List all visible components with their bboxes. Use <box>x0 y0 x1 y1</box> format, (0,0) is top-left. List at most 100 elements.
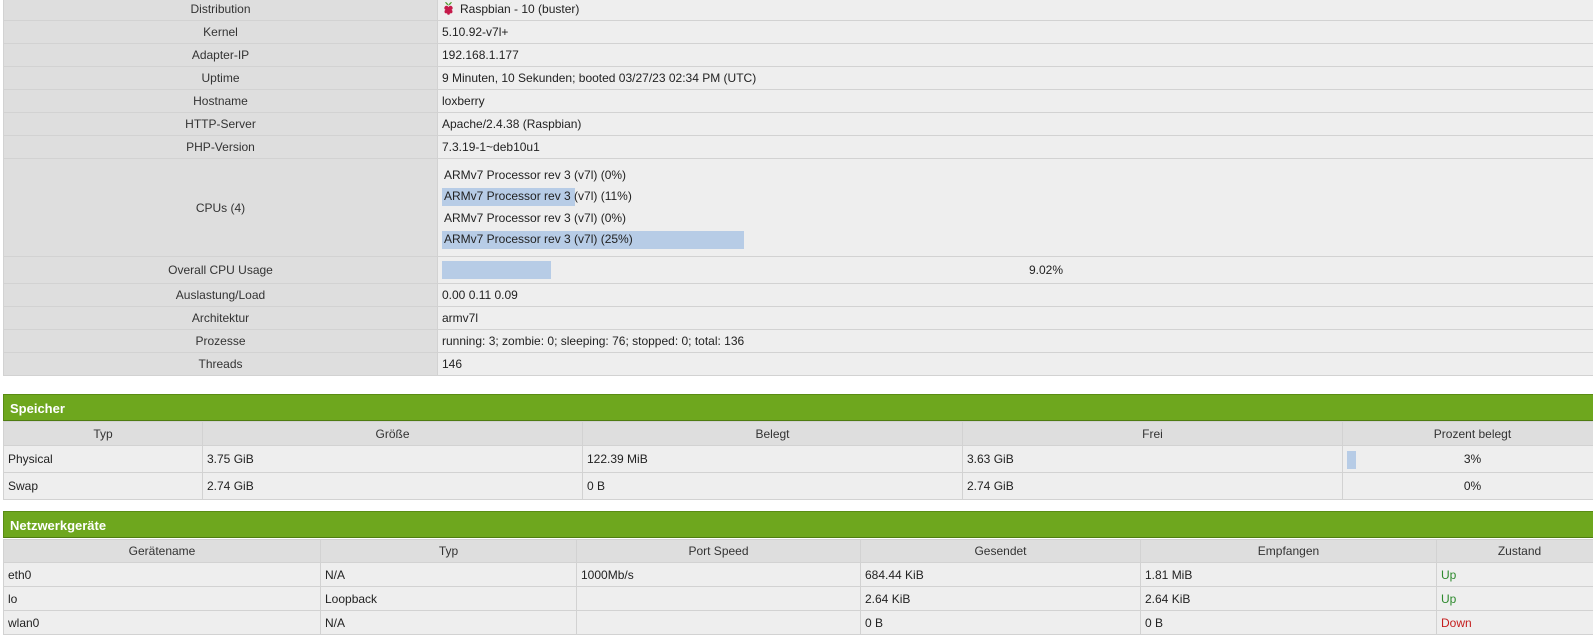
kernel-label: Kernel <box>3 20 438 44</box>
column-header: Typ <box>3 421 203 446</box>
device-type: Loopback <box>320 586 577 611</box>
memory-size: 2.74 GiB <box>202 472 583 500</box>
bytes-received: 2.64 KiB <box>1140 586 1437 611</box>
memory-percent: 0% <box>1463 479 1482 493</box>
cpu-item: ARMv7 Processor rev 3 (v7l) (25%) <box>442 229 1593 251</box>
memory-usage-bar <box>1347 451 1356 469</box>
row-architecture: Architektur armv7l <box>3 306 1593 330</box>
device-type: N/A <box>320 610 577 635</box>
row-load: Auslastung/Load 0.00 0.11 0.09 <box>3 283 1593 307</box>
column-header: Typ <box>320 539 577 563</box>
distribution-value: Raspbian - 10 (buster) <box>460 1 580 16</box>
device-name: eth0 <box>3 562 321 587</box>
network-section-header: Netzwerkgeräte <box>3 511 1593 538</box>
table-row: Swap 2.74 GiB 0 B 2.74 GiB 0% <box>3 472 1593 500</box>
memory-size: 3.75 GiB <box>202 445 583 473</box>
memory-section-header: Speicher <box>3 394 1593 421</box>
row-php-version: PHP-Version 7.3.19-1~deb10u1 <box>3 135 1593 159</box>
bytes-sent: 2.64 KiB <box>860 586 1141 611</box>
device-state: Up <box>1436 562 1593 587</box>
kernel-value: 5.10.92-v7l+ <box>437 20 1593 44</box>
cpus-label: CPUs (4) <box>3 158 438 257</box>
port-speed <box>576 610 861 635</box>
memory-used: 0 B <box>582 472 963 500</box>
load-value: 0.00 0.11 0.09 <box>437 283 1593 307</box>
cpu-item: ARMv7 Processor rev 3 (v7l) (0%) <box>442 208 1593 230</box>
column-header: Gesendet <box>860 539 1141 563</box>
processes-value: running: 3; zombie: 0; sleeping: 76; sto… <box>437 329 1593 353</box>
device-name: wlan0 <box>3 610 321 635</box>
raspberry-pi-icon <box>442 1 455 18</box>
memory-used: 122.39 MiB <box>582 445 963 473</box>
overall-cpu-value: 9.02% <box>1029 263 1064 277</box>
cpu-item-label: ARMv7 Processor rev 3 (v7l) (0%) <box>444 167 627 182</box>
threads-value: 146 <box>437 352 1593 376</box>
cpu-item-label: ARMv7 Processor rev 3 (v7l) (11%) <box>444 189 632 203</box>
column-header: Gerätename <box>3 539 321 563</box>
load-label: Auslastung/Load <box>3 283 438 307</box>
memory-type: Physical <box>3 445 203 473</box>
row-uptime: Uptime 9 Minuten, 10 Sekunden; booted 03… <box>3 66 1593 90</box>
memory-percent: 3% <box>1463 452 1482 466</box>
device-state: Down <box>1436 610 1593 635</box>
row-kernel: Kernel 5.10.92-v7l+ <box>3 20 1593 44</box>
architecture-value: armv7l <box>437 306 1593 330</box>
memory-table-header: Typ Größe Belegt Frei Prozent belegt <box>3 421 1593 446</box>
port-speed: 1000Mb/s <box>576 562 861 587</box>
port-speed <box>576 586 861 611</box>
row-adapter-ip: Adapter-IP 192.168.1.177 <box>3 43 1593 67</box>
hostname-value: loxberry <box>437 89 1593 113</box>
device-state: Up <box>1436 586 1593 611</box>
row-threads: Threads 146 <box>3 352 1593 376</box>
adapter-ip-value: 192.168.1.177 <box>437 43 1593 67</box>
memory-free: 2.74 GiB <box>962 472 1343 500</box>
system-info-table: Distribution Raspbian - 10 (buster) Kern… <box>3 0 1593 376</box>
cpu-item-label: ARMv7 Processor rev 3 (v7l) (0%) <box>444 210 627 225</box>
table-row: eth0 N/A 1000Mb/s 684.44 KiB 1.81 MiB Up <box>3 562 1593 587</box>
cpu-item-label: ARMv7 Processor rev 3 (v7l) (25%) <box>444 232 633 246</box>
table-row: lo Loopback 2.64 KiB 2.64 KiB Up <box>3 586 1593 611</box>
architecture-label: Architektur <box>3 306 438 330</box>
uptime-value: 9 Minuten, 10 Sekunden; booted 03/27/23 … <box>437 66 1593 90</box>
cpu-list: ARMv7 Processor rev 3 (v7l) (0%) ARMv7 P… <box>437 158 1593 257</box>
column-header: Prozent belegt <box>1342 421 1593 446</box>
http-server-value: Apache/2.4.38 (Raspbian) <box>437 112 1593 136</box>
column-header: Frei <box>962 421 1343 446</box>
cpu-item: ARMv7 Processor rev 3 (v7l) (0%) <box>442 165 1593 187</box>
bytes-sent: 0 B <box>860 610 1141 635</box>
column-header: Größe <box>202 421 583 446</box>
memory-free: 3.63 GiB <box>962 445 1343 473</box>
device-name: lo <box>3 586 321 611</box>
network-table-header: Gerätename Typ Port Speed Gesendet Empfa… <box>3 539 1593 563</box>
row-cpus: CPUs (4) ARMv7 Processor rev 3 (v7l) (0%… <box>3 158 1593 257</box>
bytes-received: 0 B <box>1140 610 1437 635</box>
memory-table: Typ Größe Belegt Frei Prozent belegt Phy… <box>3 421 1593 500</box>
cpu-item: ARMv7 Processor rev 3 (v7l) (11%) <box>442 186 1593 208</box>
overall-cpu-bar <box>442 261 551 279</box>
bytes-received: 1.81 MiB <box>1140 562 1437 587</box>
adapter-ip-label: Adapter-IP <box>3 43 438 67</box>
row-overall-cpu: Overall CPU Usage 9.02% <box>3 256 1593 284</box>
php-version-label: PHP-Version <box>3 135 438 159</box>
memory-type: Swap <box>3 472 203 500</box>
column-header: Zustand <box>1436 539 1593 563</box>
table-row: wlan0 N/A 0 B 0 B Down <box>3 610 1593 635</box>
row-processes: Prozesse running: 3; zombie: 0; sleeping… <box>3 329 1593 353</box>
threads-label: Threads <box>3 352 438 376</box>
bytes-sent: 684.44 KiB <box>860 562 1141 587</box>
row-distribution: Distribution Raspbian - 10 (buster) <box>3 0 1593 21</box>
column-header: Port Speed <box>576 539 861 563</box>
table-row: Physical 3.75 GiB 122.39 MiB 3.63 GiB 3% <box>3 445 1593 473</box>
row-hostname: Hostname loxberry <box>3 89 1593 113</box>
processes-label: Prozesse <box>3 329 438 353</box>
device-type: N/A <box>320 562 577 587</box>
column-header: Empfangen <box>1140 539 1437 563</box>
network-table: Gerätename Typ Port Speed Gesendet Empfa… <box>3 539 1593 635</box>
uptime-label: Uptime <box>3 66 438 90</box>
column-header: Belegt <box>582 421 963 446</box>
distribution-label: Distribution <box>3 0 438 21</box>
php-version-value: 7.3.19-1~deb10u1 <box>437 135 1593 159</box>
http-server-label: HTTP-Server <box>3 112 438 136</box>
overall-cpu-label: Overall CPU Usage <box>3 256 438 284</box>
row-http-server: HTTP-Server Apache/2.4.38 (Raspbian) <box>3 112 1593 136</box>
